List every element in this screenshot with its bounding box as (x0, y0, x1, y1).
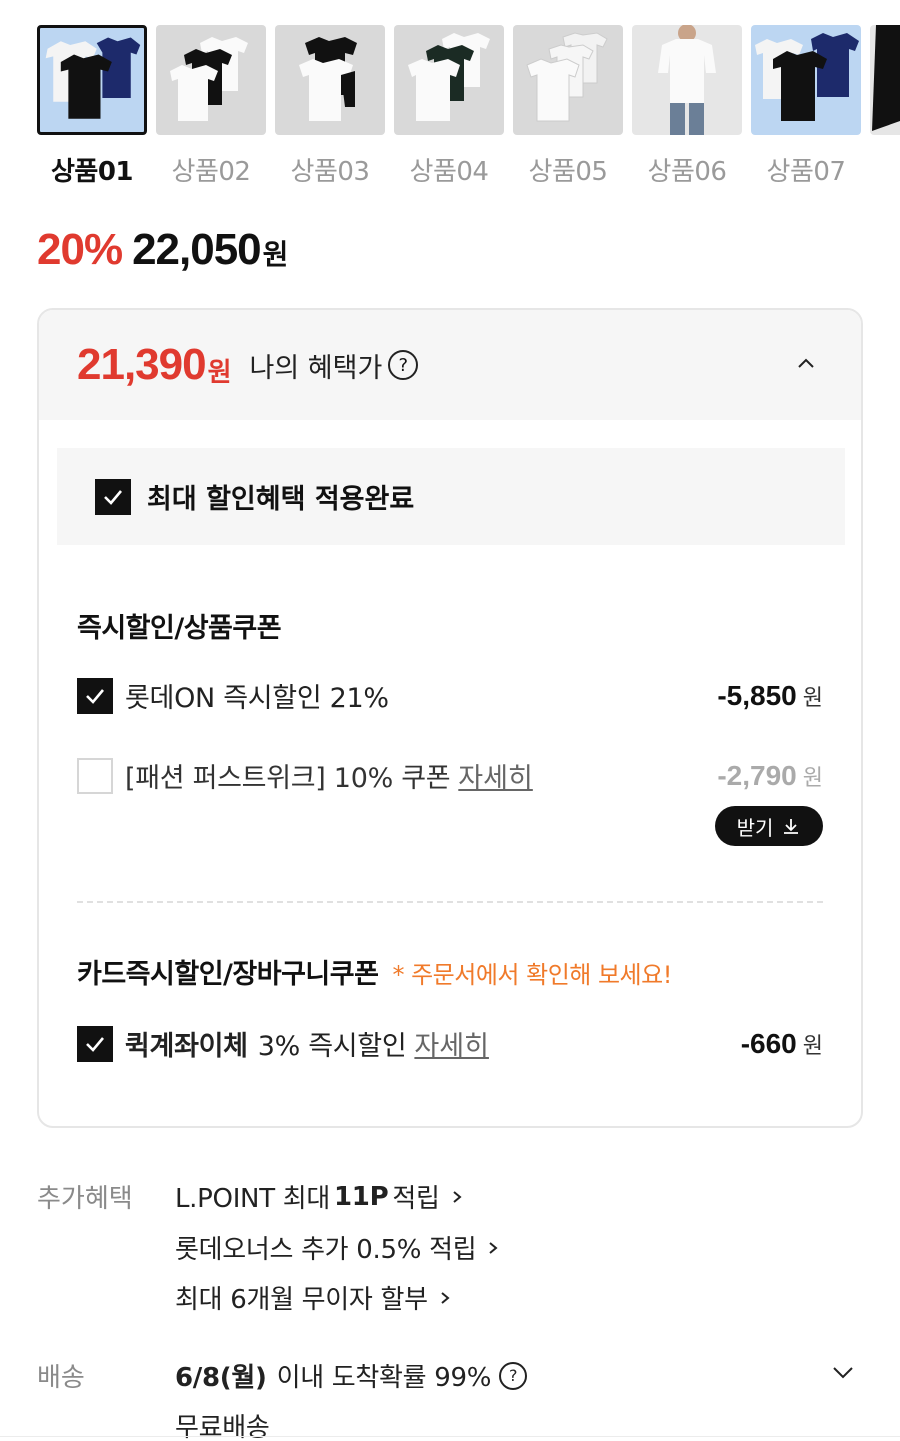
extra-text: 롯데오너스 추가 0.5% 적립 (175, 1235, 477, 1265)
currency-unit: 원 (802, 1033, 823, 1059)
product-thumbnail-strip: 상품01 상품02 상품03 상품04 상품05 상품06 상품07 (37, 25, 900, 195)
chevron-right-icon (441, 1291, 450, 1304)
extra-benefit-lotte-owners[interactable]: 롯데오너스 추가 0.5% 적립 (175, 1229, 500, 1266)
thumbnail-06[interactable]: 상품06 (632, 25, 742, 188)
delivery-text: 이내 도착확률 99% (276, 1363, 492, 1393)
benefit-amount: -660 원 (741, 1028, 823, 1060)
chevron-right-icon (452, 1190, 462, 1203)
thumbnail-04[interactable]: 상품04 (394, 25, 504, 188)
extra-benefit-installment[interactable]: 최대 6개월 무이자 할부 (175, 1279, 452, 1316)
my-benefit-label: 나의 혜택가 (249, 352, 383, 384)
receive-coupon-button[interactable]: 받기 (715, 806, 823, 846)
thumbnail-label: 상품04 (409, 157, 489, 187)
benefit-row-bold: 퀵계좌이체 (125, 1031, 248, 1062)
benefit-row-coupon: [패션 퍼스트위크] 10% 쿠폰 자세히 -2,790 원 (77, 756, 823, 795)
thumbnail-08[interactable]: 상 (870, 25, 900, 188)
thumbnail-03[interactable]: 상품03 (275, 25, 385, 188)
currency-unit: 원 (262, 238, 289, 271)
benefit-row-text: [패션 퍼스트위크] 10% 쿠폰 (125, 763, 451, 794)
thumbnail-label: 상품03 (290, 157, 370, 187)
amount-value: -660 (740, 1027, 797, 1059)
thumbnail-label: 상 (870, 151, 900, 188)
section-title-text: 카드즉시할인/장바구니쿠폰 (77, 959, 379, 990)
chevron-down-icon[interactable] (831, 1360, 855, 1384)
amount-value: -2,790 (717, 759, 797, 791)
order-check-note: * 주문서에서 확인해 보세요! (392, 961, 672, 989)
thumbnail-image (751, 25, 861, 135)
thumbnail-01[interactable]: 상품01 (37, 25, 147, 188)
benefit-amount: -5,850 원 (717, 680, 823, 712)
thumbnail-label: 상품01 (50, 157, 134, 187)
thumbnail-image (37, 25, 147, 135)
chevron-up-icon[interactable] (795, 352, 817, 374)
thumbnail-image (632, 25, 742, 135)
thumbnail-label: 상품05 (528, 157, 608, 187)
delivery-info: 6/8(월) 이내 도착확률 99% ? (175, 1357, 528, 1394)
thumbnail-image (513, 25, 623, 135)
thumbnail-label: 상품06 (647, 157, 727, 187)
benefit-row-lotteon: 롯데ON 즉시할인 21% -5,850 원 (77, 676, 823, 715)
benefit-row-quick-transfer: 퀵계좌이체 3% 즉시할인 자세히 -660 원 (77, 1024, 823, 1063)
checkbox-checked-icon[interactable] (95, 478, 131, 515)
max-discount-applied: 최대 할인혜택 적용완료 (57, 448, 845, 545)
extra-text-bold: 11P (334, 1181, 389, 1212)
help-icon[interactable]: ? (499, 1361, 528, 1390)
delivery-date: 6/8(월) (175, 1363, 267, 1393)
thumbnail-image (275, 25, 385, 135)
extra-text: L.POINT 최대 (175, 1184, 330, 1214)
help-icon[interactable]: ? (388, 350, 419, 380)
extra-text: 적립 (392, 1184, 440, 1214)
section-divider (77, 901, 823, 903)
benefit-header[interactable]: 21,390 원 나의 혜택가 ? (39, 310, 861, 420)
thumbnail-label: 상품02 (171, 157, 251, 187)
checkbox-checked-icon[interactable] (77, 1025, 113, 1062)
extra-benefit-lpoint[interactable]: L.POINT 최대 11P 적립 (175, 1178, 464, 1215)
thumbnail-image (394, 25, 504, 135)
amount-value: -5,850 (717, 679, 797, 711)
details-link[interactable]: 자세히 (414, 1024, 489, 1063)
thumbnail-07[interactable]: 상품07 (751, 25, 861, 188)
benefit-amount: -2,790 원 (717, 760, 823, 792)
extra-benefits-label: 추가혜택 (37, 1184, 133, 1214)
download-icon (784, 819, 799, 834)
my-benefit-price: 21,390 (77, 340, 207, 389)
discount-rate: 20% (37, 225, 123, 274)
sale-price: 22,050 (132, 225, 262, 274)
thumbnail-05[interactable]: 상품05 (513, 25, 623, 188)
thumbnail-label: 상품07 (766, 157, 846, 187)
benefit-row-text: 3% 즉시할인 (257, 1031, 407, 1062)
currency-unit: 원 (802, 765, 823, 791)
thumbnail-image (870, 25, 900, 135)
details-link[interactable]: 자세히 (458, 756, 533, 795)
extra-text: 최대 6개월 무이자 할부 (175, 1285, 428, 1315)
bottom-divider (0, 1436, 900, 1437)
delivery-label: 배송 (37, 1363, 85, 1393)
benefit-row-text: 롯데ON 즉시할인 21% (125, 683, 389, 714)
price-row: 20% 22,050 원 (37, 225, 288, 275)
chevron-right-icon (489, 1241, 498, 1254)
benefit-box: 21,390 원 나의 혜택가 ? 최대 할인혜택 적용완료 즉시할인/상품쿠폰… (37, 308, 863, 1128)
checkbox-checked-icon[interactable] (77, 677, 113, 714)
receive-button-label: 받기 (736, 815, 774, 840)
thumbnail-02[interactable]: 상품02 (156, 25, 266, 188)
section-title-instant-coupon: 즉시할인/상품쿠폰 (77, 613, 282, 644)
applied-text: 최대 할인혜택 적용완료 (147, 484, 415, 515)
checkbox-unchecked-icon[interactable] (77, 757, 113, 794)
thumbnail-image (156, 25, 266, 135)
currency-unit: 원 (802, 685, 823, 711)
section-title-card-cart: 카드즉시할인/장바구니쿠폰 * 주문서에서 확인해 보세요! (77, 952, 672, 991)
currency-unit: 원 (207, 357, 232, 388)
